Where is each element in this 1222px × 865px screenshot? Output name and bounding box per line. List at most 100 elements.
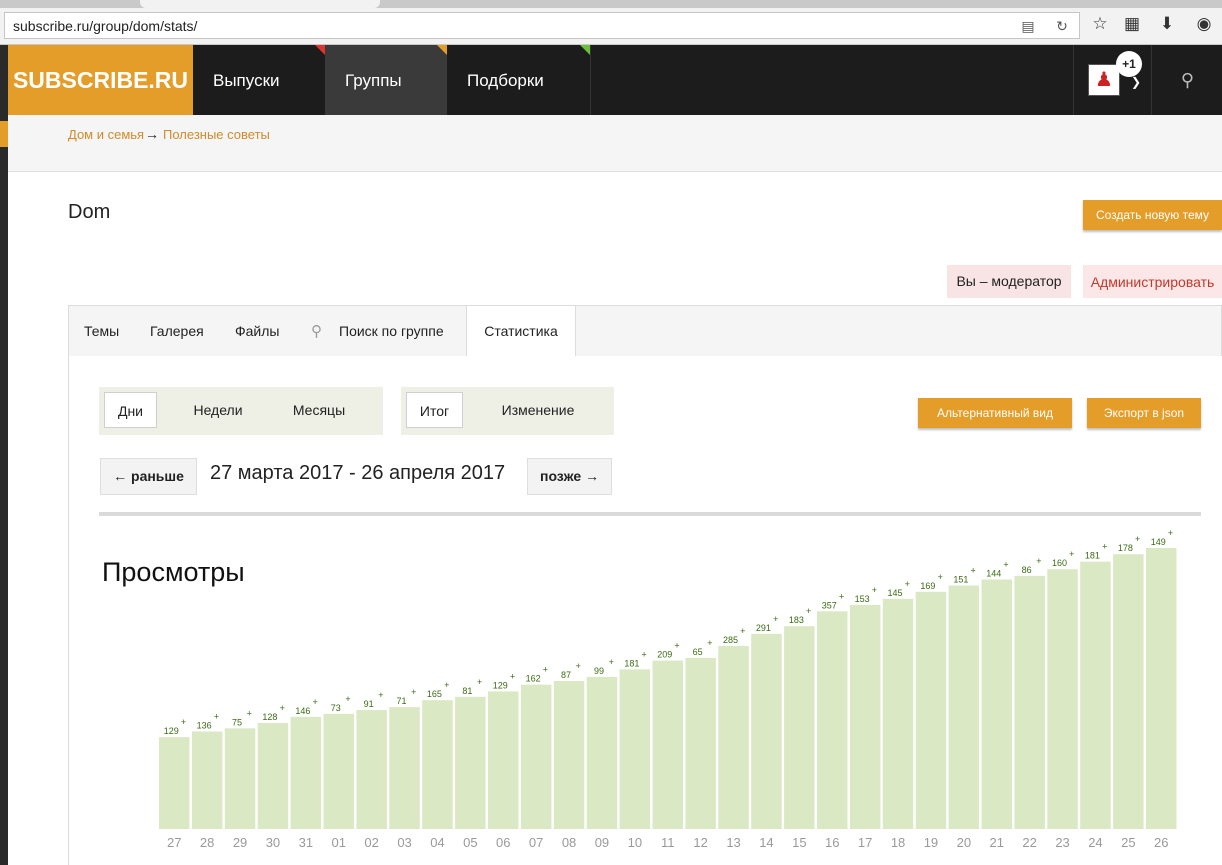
increment-plus-sign: + [1069, 549, 1074, 559]
chart-bar[interactable] [224, 728, 256, 829]
chart-bar[interactable] [718, 645, 749, 829]
x-tick-label: 10 [628, 835, 642, 850]
increment-plus-sign: + [477, 677, 482, 687]
chart-bar[interactable] [159, 737, 190, 829]
x-tick-label: 12 [693, 835, 707, 850]
increment-label: 162 [526, 674, 541, 684]
increment-label: 99 [594, 666, 604, 676]
increment-plus-sign: + [280, 703, 285, 713]
increment-plus-sign: + [905, 579, 910, 589]
x-tick-label: 27 [167, 835, 181, 850]
increment-label: 169 [920, 581, 935, 591]
chart-bar[interactable] [652, 660, 684, 829]
increment-label: 91 [364, 699, 374, 709]
chart-bar[interactable] [520, 684, 552, 829]
increment-plus-sign: + [1168, 528, 1173, 538]
chart-bar[interactable] [817, 611, 848, 829]
increment-label: 86 [1022, 565, 1032, 575]
chart-bar[interactable] [849, 604, 881, 829]
increment-plus-sign: + [938, 572, 943, 582]
x-tick-label: 29 [233, 835, 247, 850]
increment-plus-sign: + [543, 665, 548, 675]
increment-label: 183 [789, 615, 804, 625]
increment-plus-sign: + [641, 649, 646, 659]
x-tick-label: 04 [430, 835, 444, 850]
x-tick-label: 08 [562, 835, 576, 850]
chart-bar[interactable] [455, 696, 486, 829]
x-tick-label: 20 [957, 835, 971, 850]
x-tick-label: 01 [332, 835, 346, 850]
chart-bar[interactable] [1113, 554, 1144, 829]
chart-bar[interactable] [1014, 575, 1045, 829]
chart-bar[interactable] [422, 700, 453, 829]
x-tick-label: 21 [990, 835, 1004, 850]
chart-bar[interactable] [586, 676, 618, 829]
x-tick-label: 23 [1055, 835, 1069, 850]
increment-label: 160 [1052, 558, 1067, 568]
chart-bar[interactable] [323, 713, 355, 829]
increment-label: 291 [756, 623, 771, 633]
increment-plus-sign: + [970, 565, 975, 575]
chart-bar[interactable] [1146, 548, 1177, 829]
increment-label: 209 [657, 650, 672, 660]
increment-label: 144 [986, 568, 1001, 578]
increment-label: 128 [262, 712, 277, 722]
chart-bar[interactable] [389, 707, 420, 829]
increment-plus-sign: + [872, 585, 877, 595]
x-tick-label: 30 [266, 835, 280, 850]
increment-label: 71 [397, 696, 407, 706]
increment-label: 153 [855, 594, 870, 604]
increment-plus-sign: + [674, 641, 679, 651]
increment-plus-sign: + [740, 626, 745, 636]
increment-plus-sign: + [411, 687, 416, 697]
x-tick-label: 11 [661, 835, 675, 850]
increment-plus-sign: + [181, 717, 186, 727]
increment-label: 178 [1118, 543, 1133, 553]
x-tick-label: 25 [1121, 835, 1135, 850]
chart-bar[interactable] [948, 585, 980, 829]
chart-bar[interactable] [1080, 561, 1111, 829]
x-tick-label: 22 [1022, 835, 1036, 850]
increment-plus-sign: + [247, 708, 252, 718]
increment-plus-sign: + [707, 638, 712, 648]
x-tick-label: 13 [726, 835, 740, 850]
views-bar-chart: +129 27 +136 28 +75 29 +128 30 +146 31 +73 01 +91 02 +… [159, 528, 1177, 850]
increment-plus-sign: + [576, 661, 581, 671]
chart-bar[interactable] [619, 669, 651, 829]
x-tick-label: 16 [825, 835, 839, 850]
x-tick-label: 14 [759, 835, 773, 850]
chart-bar[interactable] [488, 691, 519, 829]
chart-bar[interactable] [784, 626, 815, 829]
increment-plus-sign: + [1003, 559, 1008, 569]
increment-label: 129 [164, 726, 179, 736]
chart-bar[interactable] [290, 716, 322, 829]
chart-bar[interactable] [751, 633, 782, 829]
increment-plus-sign: + [1102, 542, 1107, 552]
increment-label: 285 [723, 635, 738, 645]
chart-bar[interactable] [685, 657, 716, 829]
increment-label: 145 [888, 588, 903, 598]
x-tick-label: 31 [299, 835, 313, 850]
chart-bar[interactable] [981, 579, 1013, 829]
x-tick-label: 26 [1154, 835, 1168, 850]
increment-plus-sign: + [378, 690, 383, 700]
increment-label: 73 [331, 703, 341, 713]
x-tick-label: 09 [595, 835, 609, 850]
chart-bar[interactable] [553, 681, 585, 829]
chart-bar[interactable] [191, 731, 223, 829]
x-tick-label: 06 [496, 835, 510, 850]
increment-plus-sign: + [214, 711, 219, 721]
chart-bar[interactable] [356, 710, 387, 829]
increment-plus-sign: + [345, 694, 350, 704]
x-tick-label: 07 [529, 835, 543, 850]
chart-bar[interactable] [257, 722, 289, 829]
increment-label: 129 [493, 680, 508, 690]
increment-plus-sign: + [1135, 534, 1140, 544]
chart-bar[interactable] [1047, 569, 1078, 829]
chart-bar[interactable] [882, 598, 914, 829]
increment-plus-sign: + [609, 657, 614, 667]
chart-bar[interactable] [915, 591, 947, 829]
increment-plus-sign: + [806, 606, 811, 616]
increment-label: 151 [953, 574, 968, 584]
increment-label: 165 [427, 689, 442, 699]
